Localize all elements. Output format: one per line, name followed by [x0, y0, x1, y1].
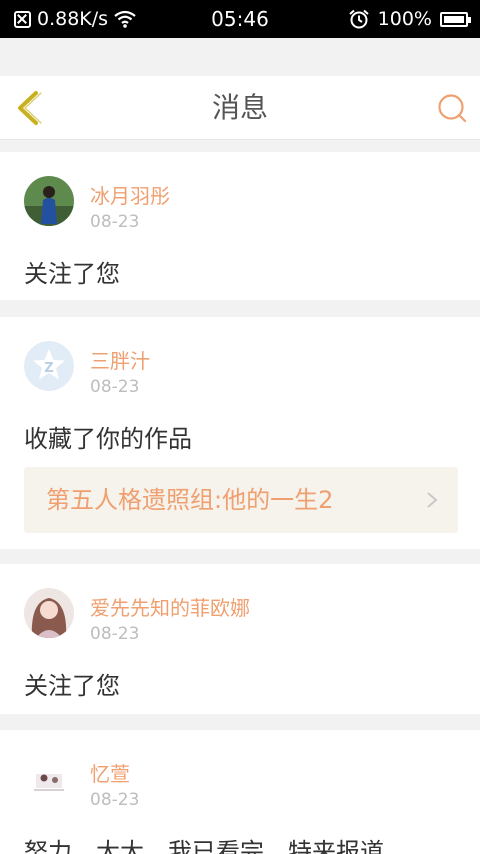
chevron-right-icon [427, 492, 438, 508]
notification-item[interactable]: Z 三胖汁 08-23 收藏了你的作品 第五人格遗照组:他的一生2 [0, 317, 480, 549]
avatar[interactable] [24, 754, 74, 804]
avatar[interactable] [24, 176, 74, 226]
work-link[interactable]: 第五人格遗照组:他的一生2 [24, 467, 458, 533]
notification-text: 努力，大大，我已看完，特来报道 [24, 838, 384, 854]
status-bar: 0.88K/s 05:46 100% [0, 0, 480, 38]
avatar[interactable] [24, 588, 74, 638]
timestamp: 08-23 [90, 790, 140, 810]
nav-bar: 消息 [0, 76, 480, 140]
search-icon[interactable] [436, 92, 468, 124]
notification-item[interactable]: 爱先先知的菲欧娜 08-23 关注了您 [0, 564, 480, 714]
page-title: 消息 [211, 91, 268, 124]
work-title: 第五人格遗照组:他的一生2 [46, 486, 334, 514]
timestamp: 08-23 [90, 624, 140, 644]
battery-percent: 100% [377, 8, 432, 30]
timestamp: 08-23 [90, 377, 140, 397]
notification-text: 关注了您 [24, 672, 120, 700]
username[interactable]: 爱先先知的菲欧娜 [90, 592, 250, 621]
alarm-clock-icon [349, 9, 369, 29]
avatar[interactable]: Z [24, 341, 74, 391]
svg-text:Z: Z [44, 361, 53, 376]
username[interactable]: 忆萱 [90, 758, 130, 787]
timestamp: 08-23 [90, 212, 140, 232]
notification-text: 收藏了你的作品 [24, 425, 192, 453]
username[interactable]: 冰月羽彤 [90, 180, 170, 209]
username[interactable]: 三胖汁 [90, 345, 150, 374]
notification-item[interactable]: 忆萱 08-23 努力，大大，我已看完，特来报道 [0, 730, 480, 854]
battery-icon [440, 11, 471, 27]
notification-item[interactable]: 冰月羽彤 08-23 关注了您 [0, 152, 480, 300]
notification-text: 关注了您 [24, 260, 120, 288]
